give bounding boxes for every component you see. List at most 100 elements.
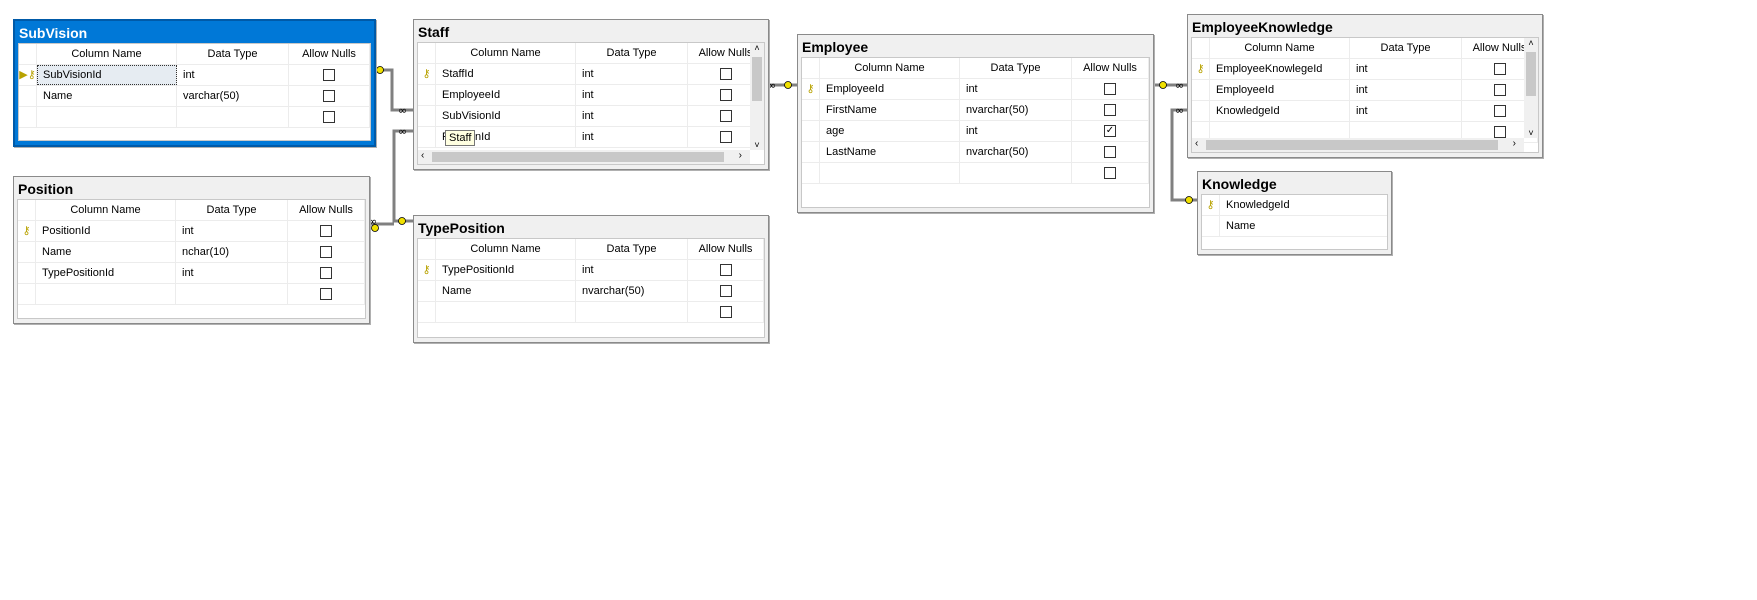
table-row[interactable]: Name nvarchar(50) xyxy=(418,281,764,302)
column-name-cell[interactable]: SubVisionId xyxy=(436,106,576,126)
table-row[interactable]: LastName nvarchar(50) xyxy=(802,142,1149,163)
column-name-cell[interactable]: Name xyxy=(36,242,176,262)
key-icon[interactable]: ⚷ xyxy=(18,221,36,241)
row-selector[interactable] xyxy=(19,86,37,106)
column-header[interactable]: Data Type xyxy=(960,58,1072,78)
table-title[interactable]: Knowledge xyxy=(1198,172,1391,194)
column-header[interactable]: Column Name xyxy=(820,58,960,78)
allow-nulls-checkbox[interactable] xyxy=(719,131,732,144)
allow-nulls-checkbox[interactable] xyxy=(719,264,732,277)
table-row[interactable]: EmployeeId int xyxy=(1192,80,1538,101)
table-row[interactable]: Name xyxy=(1202,216,1387,237)
row-selector[interactable] xyxy=(418,85,436,105)
scroll-left-icon[interactable]: ‹ xyxy=(1195,138,1198,149)
row-selector[interactable] xyxy=(19,107,37,127)
column-name-cell[interactable]: KnowledgeId xyxy=(1210,101,1350,121)
column-name-cell[interactable]: EmployeeKnowlegeId xyxy=(1210,59,1350,79)
allow-nulls-checkbox[interactable] xyxy=(719,285,732,298)
row-selector[interactable] xyxy=(418,106,436,126)
table-staff[interactable]: Staff Column Name Data Type Allow Nulls ⚷ Sta… xyxy=(413,19,769,170)
column-name-cell[interactable] xyxy=(36,284,176,304)
row-selector[interactable] xyxy=(418,302,436,322)
data-type-cell[interactable]: nvarchar(50) xyxy=(960,100,1072,120)
vertical-scrollbar[interactable]: ˄ ˅ xyxy=(1524,38,1538,138)
data-type-cell[interactable]: int xyxy=(1350,101,1462,121)
column-name-cell[interactable]: EmployeeId xyxy=(436,85,576,105)
allow-nulls-checkbox[interactable] xyxy=(323,90,335,103)
vertical-scrollbar[interactable]: ˄ ˅ xyxy=(750,43,764,150)
key-icon[interactable]: ⚷ xyxy=(418,64,436,84)
table-row[interactable]: ⚷ EmployeeId int xyxy=(802,79,1149,100)
table-row[interactable]: TypePositionId int xyxy=(18,263,365,284)
table-typeposition[interactable]: TypePosition Column Name Data Type Allow Nu… xyxy=(413,215,769,343)
row-selector[interactable] xyxy=(18,284,36,304)
column-name-cell[interactable]: TypePositionId xyxy=(36,263,176,283)
data-type-cell[interactable] xyxy=(576,302,688,322)
data-type-cell[interactable] xyxy=(960,163,1072,183)
table-row[interactable] xyxy=(418,302,764,323)
column-header[interactable]: Column Name xyxy=(36,200,176,220)
key-icon[interactable]: ⚷ xyxy=(1192,59,1210,79)
table-row[interactable]: Name nchar(10) xyxy=(18,242,365,263)
table-employee[interactable]: Employee Column Name Data Type Allow Nulls ⚷… xyxy=(797,34,1154,213)
table-row[interactable]: EmployeeId int xyxy=(418,85,764,106)
row-selector[interactable] xyxy=(18,242,36,262)
row-selector[interactable] xyxy=(1192,80,1210,100)
table-title[interactable]: SubVision xyxy=(15,21,374,43)
data-type-cell[interactable]: int xyxy=(177,65,289,85)
table-title[interactable]: Position xyxy=(14,177,369,199)
scroll-down-icon[interactable]: ˅ xyxy=(750,140,764,150)
table-row[interactable]: Name varchar(50) xyxy=(19,86,370,107)
data-type-cell[interactable]: int xyxy=(576,260,688,280)
table-row[interactable]: ⚷ EmployeeKnowlegeId int xyxy=(1192,59,1538,80)
column-name-cell[interactable]: EmployeeId xyxy=(1210,80,1350,100)
allow-nulls-checkbox[interactable] xyxy=(323,69,335,82)
column-name-cell[interactable] xyxy=(37,107,177,127)
key-icon[interactable]: ⚷ xyxy=(1202,195,1220,215)
column-header[interactable]: Allow Nulls xyxy=(688,239,764,259)
key-icon[interactable]: ⚷ xyxy=(418,260,436,280)
table-row[interactable] xyxy=(18,284,365,305)
column-header[interactable]: Column Name xyxy=(37,44,177,64)
column-name-cell[interactable]: PositionId xyxy=(36,221,176,241)
column-header[interactable]: Data Type xyxy=(176,200,288,220)
scroll-up-icon[interactable]: ˄ xyxy=(1524,38,1538,48)
data-type-cell[interactable]: int xyxy=(960,79,1072,99)
allow-nulls-checkbox[interactable] xyxy=(1104,146,1116,159)
allow-nulls-checkbox[interactable] xyxy=(323,111,335,124)
allow-nulls-checkbox[interactable] xyxy=(719,110,732,123)
table-row[interactable]: SubVisionId int xyxy=(418,106,764,127)
column-header[interactable]: Allow Nulls xyxy=(1072,58,1149,78)
allow-nulls-checkbox[interactable] xyxy=(719,89,732,102)
data-type-cell[interactable]: int xyxy=(176,263,288,283)
column-name-cell[interactable]: FirstName xyxy=(820,100,960,120)
allow-nulls-checkbox[interactable] xyxy=(1104,167,1116,180)
allow-nulls-checkbox[interactable] xyxy=(719,306,732,319)
data-type-cell[interactable]: nvarchar(50) xyxy=(576,281,688,301)
column-name-cell[interactable]: Name xyxy=(436,281,576,301)
table-row[interactable]: ⚷ KnowledgeId xyxy=(1202,195,1387,216)
table-row[interactable]: FirstName nvarchar(50) xyxy=(802,100,1149,121)
row-selector[interactable] xyxy=(802,121,820,141)
table-subvision[interactable]: SubVision Column Name Data Type Allow Nulls… xyxy=(13,19,376,147)
data-type-cell[interactable]: int xyxy=(176,221,288,241)
allow-nulls-checkbox[interactable] xyxy=(320,246,332,259)
column-header[interactable]: Column Name xyxy=(1210,38,1350,58)
allow-nulls-checkbox[interactable] xyxy=(1493,63,1506,76)
data-type-cell[interactable]: nvarchar(50) xyxy=(960,142,1072,162)
table-title[interactable]: TypePosition xyxy=(414,216,768,238)
column-name-cell[interactable]: EmployeeId xyxy=(820,79,960,99)
allow-nulls-checkbox[interactable] xyxy=(1493,105,1506,118)
data-type-cell[interactable]: int xyxy=(576,64,688,84)
table-row[interactable]: ⚷ TypePositionId int xyxy=(418,260,764,281)
data-type-cell[interactable] xyxy=(176,284,288,304)
table-row[interactable]: ⚷ PositionId int xyxy=(18,221,365,242)
table-position[interactable]: Position Column Name Data Type Allow Nulls ⚷… xyxy=(13,176,370,324)
column-name-cell[interactable]: Name xyxy=(37,86,177,106)
table-knowledge[interactable]: Knowledge ⚷ KnowledgeId Name xyxy=(1197,171,1392,255)
scroll-right-icon[interactable]: › xyxy=(1513,138,1516,149)
scroll-left-icon[interactable]: ‹ xyxy=(421,150,424,161)
row-selector[interactable] xyxy=(1192,101,1210,121)
column-name-cell[interactable]: Name xyxy=(1220,216,1387,236)
allow-nulls-checkbox[interactable] xyxy=(320,288,332,301)
